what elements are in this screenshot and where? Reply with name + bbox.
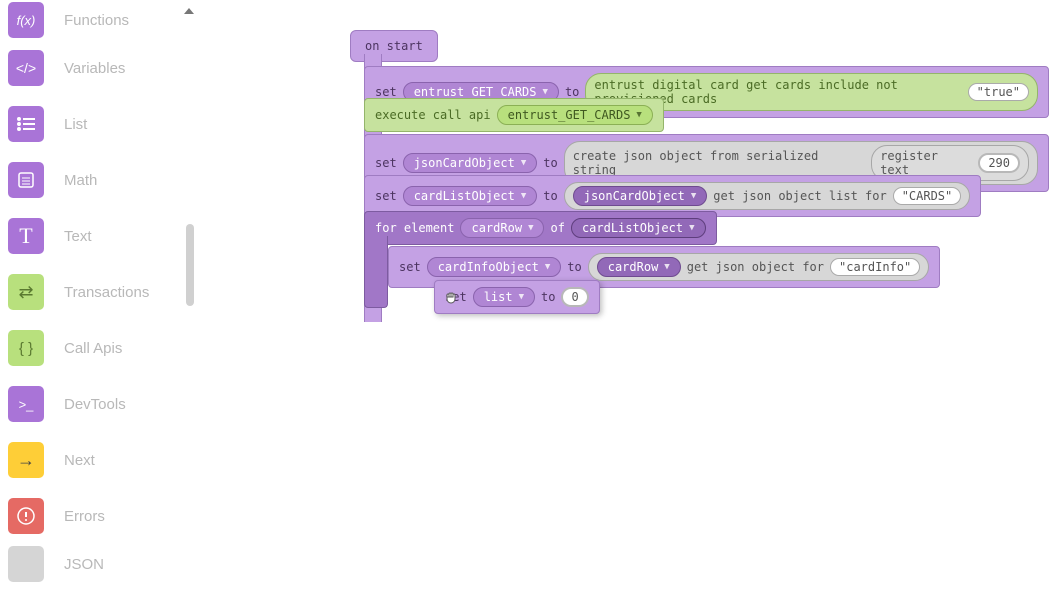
arrow-right-icon: → [8,442,44,478]
sidebar-item-label: Variables [64,60,125,77]
sidebar-item-label: DevTools [64,396,126,413]
sidebar-item-label: Functions [64,12,129,29]
alert-icon [8,498,44,534]
register-text: register text [880,149,972,177]
swap-icon: ⇄ [8,274,44,310]
string-input[interactable]: "true" [968,83,1029,101]
number-input[interactable]: 0 [561,287,588,307]
function-icon: f(x) [8,2,44,38]
grey-text: get json object list for [713,189,886,203]
sidebar-item-label: List [64,116,87,133]
braces-icon: { } [8,330,44,366]
json-icon [8,546,44,582]
sidebar-item-label: Next [64,452,95,469]
var-dropdown[interactable]: jsonCardObject▼ [573,186,708,206]
sidebar-item-text[interactable]: T Text [0,208,200,264]
sidebar-item-math[interactable]: Math [0,152,200,208]
kw-set: set [375,156,397,170]
sidebar-item-transactions[interactable]: ⇄ Transactions [0,264,200,320]
c-block-arm [364,236,388,308]
scrollbar[interactable] [186,224,194,306]
var-dropdown[interactable]: entrust_GET_CARDS▼ [497,105,653,125]
kw-of: of [550,221,564,235]
string-input[interactable]: "cardInfo" [830,258,920,276]
sidebar-item-label: JSON [64,556,104,573]
terminal-icon: >_ [8,386,44,422]
kw-set: set [399,260,421,274]
var-dropdown[interactable]: cardInfoObject▼ [427,257,562,277]
var-dropdown[interactable]: list▼ [473,287,535,307]
sidebar-item-next[interactable]: → Next [0,432,200,488]
sidebar-item-label: Transactions [64,284,149,301]
kw-to: to [543,189,557,203]
blocks-canvas[interactable]: on start set entrust_GET_CARDS▼ to entru… [200,0,1049,595]
text-icon: T [8,218,44,254]
kw-set: set [375,189,397,203]
kw-to: to [543,156,557,170]
sidebar-item-json[interactable]: JSON [0,544,200,584]
chevron-up-icon [184,8,194,14]
code-icon: </> [8,50,44,86]
number-input[interactable]: 290 [978,153,1020,173]
block-for-element[interactable]: for element cardRow▼ of cardListObject▼ [364,211,717,245]
grab-cursor-icon [443,290,457,304]
sidebar-item-label: Text [64,228,92,245]
calculator-icon [8,162,44,198]
kw-to: to [565,85,579,99]
var-dropdown[interactable]: cardListObject▼ [571,218,706,238]
var-dropdown[interactable]: cardRow▼ [597,257,681,277]
sidebar-item-errors[interactable]: Errors [0,488,200,544]
kw-execute: execute call api [375,108,491,122]
sidebar-item-call-apis[interactable]: { } Call Apis [0,320,200,376]
sidebar-item-label: Errors [64,508,105,525]
sidebar-item-label: Call Apis [64,340,122,357]
sidebar-item-label: Math [64,172,97,189]
kw-to: to [541,290,555,304]
grey-text: create json object from serialized strin… [573,149,865,177]
list-icon [8,106,44,142]
sidebar-item-list[interactable]: List [0,96,200,152]
grey-text: get json object for [687,260,824,274]
var-dropdown[interactable]: cardRow▼ [460,218,544,238]
var-dropdown[interactable]: jsonCardObject▼ [403,153,538,173]
block-execute-call-api[interactable]: execute call api entrust_GET_CARDS▼ [364,98,664,132]
string-input[interactable]: "CARDS" [893,187,962,205]
kw-for: for element [375,221,454,235]
sidebar: f(x) Functions </> Variables List Math T… [0,0,200,595]
sidebar-item-devtools[interactable]: >_ DevTools [0,376,200,432]
kw-to: to [567,260,581,274]
kw-set: set [375,85,397,99]
sidebar-item-functions[interactable]: f(x) Functions [0,0,200,40]
sidebar-item-variables[interactable]: </> Variables [0,40,200,96]
var-dropdown[interactable]: cardListObject▼ [403,186,538,206]
